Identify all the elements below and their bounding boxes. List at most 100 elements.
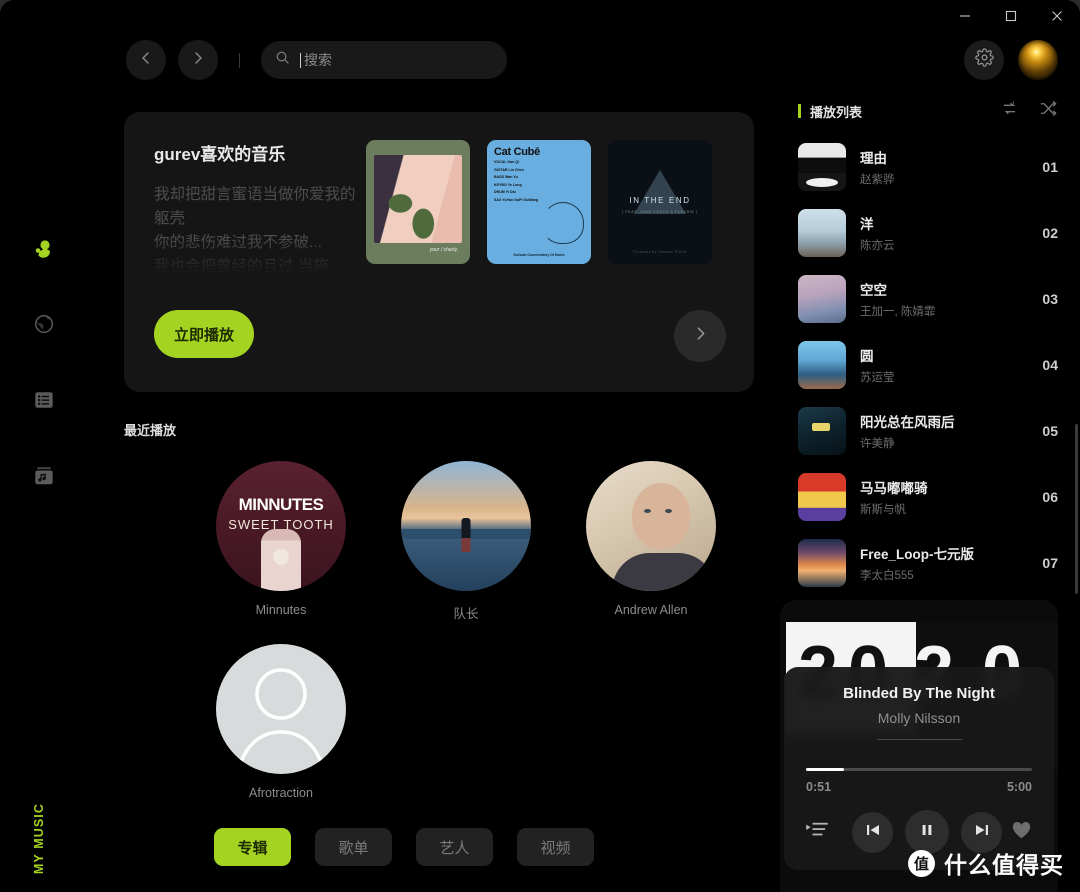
album-art-eye [644,509,651,513]
pause-icon [919,822,935,843]
previous-button[interactable] [852,811,893,853]
heart-icon [1011,821,1032,843]
title-bar [0,0,1080,32]
cover-in-the-end[interactable]: IN THE END ( FEAT. JUNG YOUTH & FLEURIE … [608,140,712,264]
like-button[interactable] [1011,820,1032,844]
playlist-scrollbar[interactable] [1075,424,1078,594]
total-duration: 5:00 [1006,780,1032,794]
left-rail: MY MUSIC [0,84,88,892]
filter-chip-videos[interactable]: 视频 [517,828,594,866]
chevron-right-icon [692,325,709,347]
minimize-button[interactable] [942,1,988,31]
text-caret [300,52,301,68]
progress-slider[interactable] [806,768,1032,771]
cover-footer: Sichuan Conservatory Of Music [513,253,565,257]
toolbar-right-group [964,40,1080,80]
elapsed-time: 0:51 [806,780,832,794]
track-title: 理由 [860,151,887,166]
cover-title: IN THE END [629,196,691,205]
playlist-row[interactable]: 圆 苏运莹 04 [798,332,1058,398]
user-icon [32,236,56,265]
svg-text:1: 1 [1012,101,1016,108]
rail-item-user[interactable] [28,234,60,266]
person-placeholder-icon [236,668,326,773]
track-number: 04 [1042,357,1058,373]
progress-fill [806,768,845,771]
filter-chip-albums[interactable]: 专辑 [214,828,291,866]
album-art-figure [261,529,301,591]
recent-thumbnail [216,644,346,774]
playlist-row[interactable]: Free_Loop-七元版 李太白555 07 [798,530,1058,596]
hero-next-button[interactable] [674,310,726,362]
queue-button[interactable] [806,821,828,844]
shuffle-icon[interactable] [1039,99,1058,123]
rail-item-playlists[interactable] [28,386,60,418]
search-input[interactable]: 搜索 [261,41,507,79]
recent-name: 队长 [453,607,479,621]
recent-card[interactable]: 赵雷 [771,461,780,622]
playlist-row[interactable]: 空空 王加一, 陈婧霏 03 [798,266,1058,332]
recent-card[interactable]: MINNUTES SWEET TOOTH Minnutes [216,461,346,622]
playlist-row[interactable]: 理由 赵紫骅 01 [798,134,1058,200]
track-number: 01 [1042,159,1058,175]
track-meta: 阳光总在风雨后 许美静 [860,411,1028,451]
recent-card[interactable]: 队长 [401,461,531,622]
recent-card[interactable]: Andrew Allen [586,461,716,622]
search-placeholder: 搜索 [304,52,332,68]
playlist-header: 播放列表 1 [798,94,1058,128]
skip-back-icon [865,822,881,843]
filter-chip-artists[interactable]: 艺人 [416,828,493,866]
recent-row-1: MINNUTES SWEET TOOTH Minnutes 队长 Andrew … [216,461,780,622]
settings-button[interactable] [964,40,1004,80]
cover-triangle [634,170,686,214]
time-row: 0:51 5:00 [806,780,1032,794]
accent-bar [798,104,801,118]
recent-section-title: 最近播放 [124,423,177,438]
album-art-glow [771,461,780,591]
track-thumbnail [798,143,846,191]
user-avatar[interactable] [1018,40,1058,80]
playlist-row[interactable]: 马马嘟嘟骑 斯斯与帆 06 [798,464,1058,530]
playlist-title: 播放列表 [810,104,863,120]
toolbar-divider [239,52,240,68]
track-meta: 空空 王加一, 陈婧霏 [860,279,1028,319]
close-button[interactable] [1034,1,1080,31]
repeat-one-icon[interactable]: 1 [1000,99,1019,123]
list-icon [33,389,55,416]
cover-cat-cube[interactable]: Cat Cubē VOCAL Han Qi GUITAR Lin Chen BA… [487,140,591,264]
playlist-row[interactable]: 阳光总在风雨后 许美静 05 [798,398,1058,464]
track-number: 05 [1042,423,1058,439]
cover-credit-line: VOCAL Han Qi [494,160,520,164]
recent-name: Minnutes [255,603,307,617]
track-title: 阳光总在风雨后 [860,415,955,430]
recent-card[interactable]: Afrotraction [216,644,346,800]
forward-button[interactable] [178,40,218,80]
track-artist: 王加一, 陈婧霏 [860,306,936,318]
watermark-badge: 值 [908,849,935,877]
recent-name: Andrew Allen [614,603,688,617]
playlist-row[interactable]: 洋 陈亦云 02 [798,200,1058,266]
recent-thumbnail [401,461,531,591]
filter-chip-group: 专辑 歌单 艺人 视频 [214,828,780,866]
play-now-button[interactable]: 立即播放 [154,310,254,358]
filter-chip-playlists[interactable]: 歌单 [315,828,392,866]
back-button[interactable] [126,40,166,80]
hero-lyrics: 我却把甜言蜜语当做你爱我的躯壳 你的悲伤难过我不参破... 我也会把曾经的且过 … [154,186,356,275]
cover-title: Cat Cubē [494,146,540,158]
track-artist: 斯斯与帆 [860,504,906,516]
rail-item-discover[interactable] [28,310,60,342]
recent-row-2: Afrotraction [216,644,780,800]
recent-name: 赵雷 [771,603,780,622]
track-thumbnail [798,341,846,389]
track-number: 03 [1042,291,1058,307]
chevron-right-icon [190,50,206,71]
track-artist: 苏运莹 [860,372,895,384]
cover-girl-flowers[interactable]: your / charly, [366,140,470,264]
album-art-line1: MINNUTES [238,495,324,514]
cover-producer: Produced by Tommee Profitt [633,250,687,254]
chevron-left-icon [138,50,154,71]
maximize-button[interactable] [988,1,1034,31]
cover-credit-line: GUITAR Lin Chen [494,167,524,172]
cover-credit-line: BASS Wan Yu [494,175,518,180]
rail-item-library[interactable] [28,462,60,494]
